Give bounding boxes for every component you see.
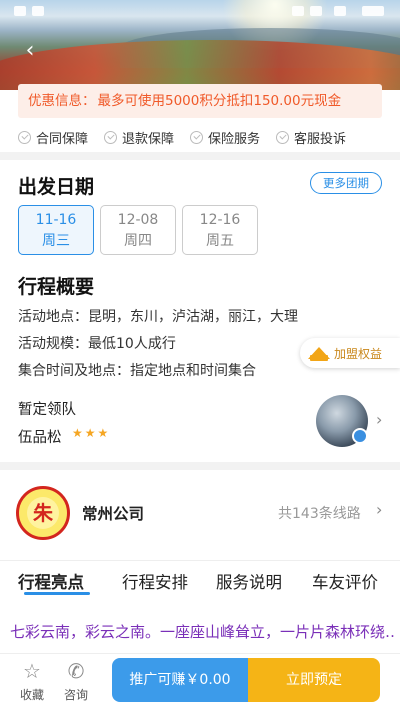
weekday-label: 周五 xyxy=(206,233,234,249)
tab-reviews[interactable]: 车友评价 xyxy=(312,569,378,593)
promo-text: 最多可使用5000积分抵扣150.00元现金 xyxy=(97,93,342,109)
promo-banner: 优惠信息： 最多可使用5000积分抵扣150.00元现金 xyxy=(18,84,382,118)
book-now-button[interactable]: 立即预定 xyxy=(248,658,380,702)
wifi-icon xyxy=(292,6,304,16)
tab-schedule[interactable]: 行程安排 xyxy=(122,569,188,593)
guarantee-label: 客服投诉 xyxy=(294,131,347,147)
back-icon[interactable]: ‹ xyxy=(18,40,42,64)
date-option[interactable]: 12-08 周四 xyxy=(100,205,176,255)
section-divider xyxy=(0,152,400,160)
company-name[interactable]: 常州公司 xyxy=(82,502,144,524)
chevron-right-icon[interactable]: › xyxy=(376,410,382,429)
overview-meeting: 集合时间及地点：指定地点和时间集合 xyxy=(18,363,256,379)
route-count[interactable]: 共143条线路 xyxy=(278,503,361,523)
tab-service[interactable]: 服务说明 xyxy=(216,569,282,593)
guarantee-item: 客服投诉 xyxy=(276,126,346,148)
detail-tabs: 行程亮点 行程安排 服务说明 车友评价 xyxy=(0,560,400,604)
overview-location: 活动地点：昆明，东川，泸沽湖，丽江，大理 xyxy=(18,309,298,325)
guarantee-list: 合同保障 退款保障 保险服务 客服投诉 xyxy=(18,126,388,148)
tab-highlights[interactable]: 行程亮点 xyxy=(18,569,84,593)
signal-icon xyxy=(310,6,322,16)
check-icon xyxy=(190,130,204,144)
guarantee-label: 合同保障 xyxy=(36,131,89,147)
date-option[interactable]: 11-16 周三 xyxy=(18,205,94,255)
verified-icon xyxy=(352,428,368,444)
leader-name: 伍品松 xyxy=(18,430,62,446)
status-bar xyxy=(0,0,400,24)
date-label: 12-16 xyxy=(199,212,241,228)
date-option[interactable]: 12-16 周五 xyxy=(182,205,258,255)
guarantee-item: 合同保障 xyxy=(18,126,88,148)
check-icon xyxy=(104,130,118,144)
highlight-text: 七彩云南，彩云之南。一座座山峰耸立，一片片森林环绕…… xyxy=(10,623,394,641)
promo-label: 优惠信息： xyxy=(28,93,96,109)
join-benefits-button[interactable]: 加盟权益 xyxy=(300,338,400,368)
guarantee-label: 保险服务 xyxy=(208,131,261,147)
active-tab-indicator xyxy=(24,592,90,595)
terraced-fields xyxy=(0,40,400,90)
date-label: 11-16 xyxy=(35,212,77,228)
weekday-label: 周三 xyxy=(42,233,70,249)
phone-icon: ✆ xyxy=(67,659,85,683)
guarantee-item: 退款保障 xyxy=(104,126,174,148)
notification-icon xyxy=(14,6,26,16)
crown-icon xyxy=(308,344,330,362)
favorite-label: 收藏 xyxy=(19,688,44,702)
star-icon: ☆ xyxy=(23,659,41,683)
guarantee-label: 退款保障 xyxy=(122,131,175,147)
leader-rating-stars: ★★★ xyxy=(72,426,111,440)
chevron-right-icon[interactable]: › xyxy=(376,500,382,519)
section-divider xyxy=(0,462,400,470)
leader-title: 暂定领队 xyxy=(18,402,76,418)
image-icon xyxy=(32,6,44,16)
company-logo[interactable]: 朱 xyxy=(16,486,70,540)
guarantee-item: 保险服务 xyxy=(190,126,260,148)
company-logo-char: 朱 xyxy=(27,497,59,529)
earn-button[interactable]: 推广可赚￥0.00 xyxy=(112,658,248,702)
date-label: 12-08 xyxy=(117,212,159,228)
weekday-label: 周四 xyxy=(124,233,152,249)
sim-icon xyxy=(334,6,346,16)
overview-title: 行程概要 xyxy=(18,276,95,298)
check-icon xyxy=(18,130,31,144)
more-groups-button[interactable]: 更多团期 xyxy=(310,172,382,194)
check-icon xyxy=(276,130,290,144)
battery-icon xyxy=(362,6,384,16)
consult-button[interactable]: ✆ 咨询 xyxy=(58,660,94,703)
join-benefits-label: 加盟权益 xyxy=(334,346,383,361)
favorite-button[interactable]: ☆ 收藏 xyxy=(14,660,50,703)
consult-label: 咨询 xyxy=(63,688,88,702)
overview-scale: 活动规模：最低10人成行 xyxy=(18,336,176,352)
departure-title: 出发日期 xyxy=(18,176,95,198)
